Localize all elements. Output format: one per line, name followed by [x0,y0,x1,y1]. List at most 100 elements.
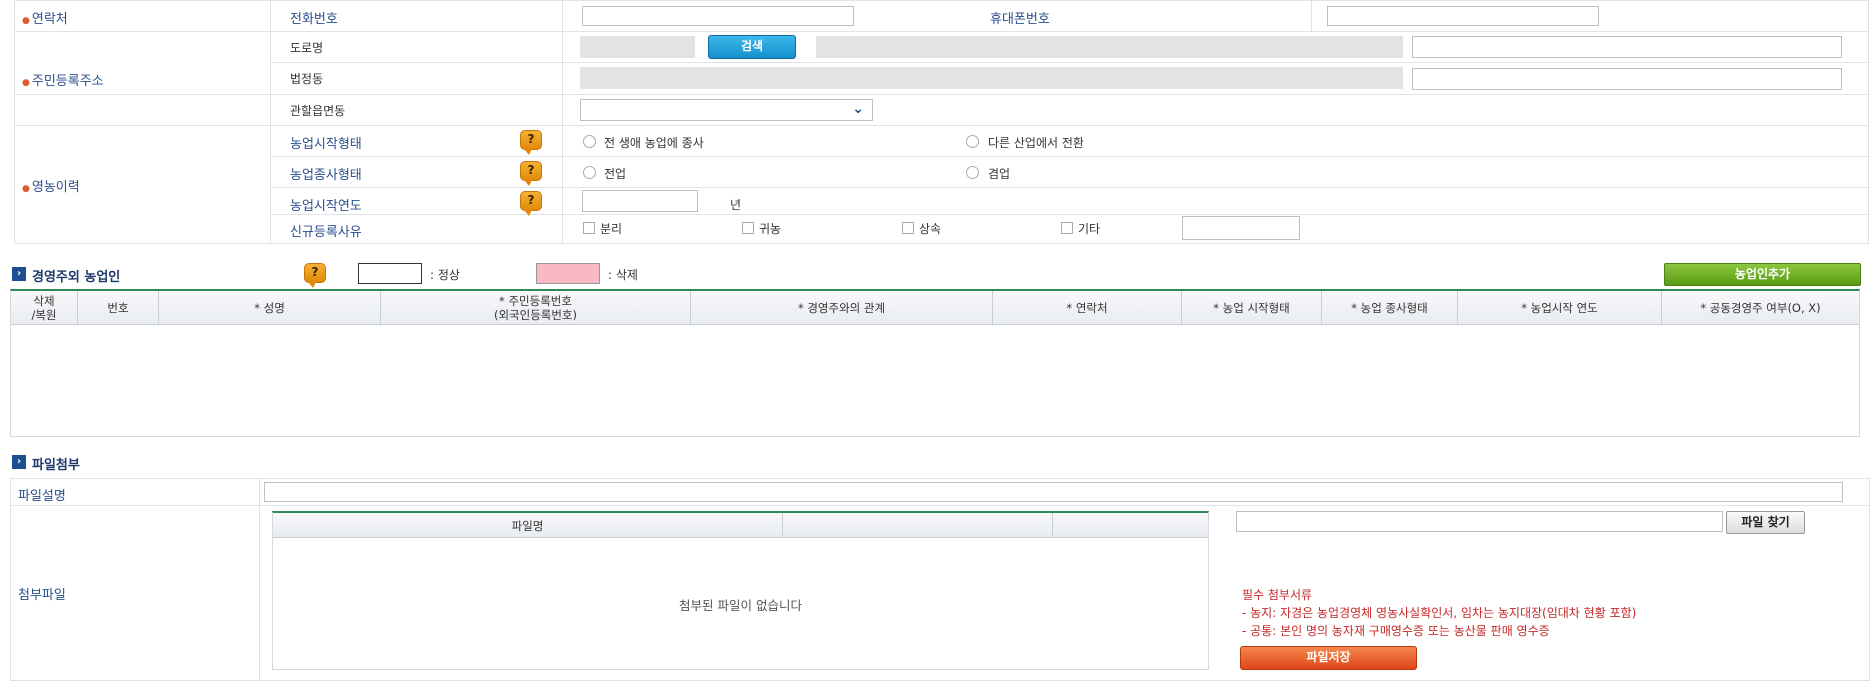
farmers-section-title: 경영주외 농업인 [32,270,121,285]
col-co-manager: * 공동경영주 여부(O, X) [1700,301,1821,315]
start-year-input[interactable] [582,190,698,212]
jurisdiction-label: 관할읍면동 [290,104,346,118]
col-start-type: * 농업 시작형태 [1182,291,1322,325]
road-address-field [816,36,1403,58]
row-border [270,62,1869,63]
find-file-button[interactable]: 파일 찾기 [1726,511,1805,534]
row-border [270,214,1869,215]
col-border [270,0,271,243]
add-farmer-button[interactable]: 농업인추가 [1664,263,1861,286]
new-reason-other-input[interactable] [1182,216,1300,240]
empty-files-message: 첨부된 파일이 없습니다 [679,598,802,613]
col-file-size [783,513,1053,538]
col-border [1868,0,1869,243]
legend-normal-swatch [358,263,422,284]
col-delete-restore: 삭제 /복원 [11,291,78,325]
section-arrow-icon: › [12,267,26,281]
farmers-table: 삭제 /복원 번호 * 성명 * 주민등록번호 (외국인등록번호) * 경영주와… [10,289,1860,437]
address-search-button[interactable]: 검색 [708,35,796,59]
address-label-text: 주민등록주소 [31,74,104,89]
row-border [10,478,1870,479]
col-border [1869,478,1870,681]
new-reason-option-inherit: 상속 [919,222,942,236]
engage-type-option-parttime: 겸업 [988,167,1011,181]
zipcode-field [580,36,695,58]
farming-history-label: ● 영농이력 [22,176,80,195]
col-border [10,478,11,681]
col-file-action [1053,513,1208,538]
start-type-option-lifelong: 전 생애 농업에 종사 [604,136,704,150]
col-border [1311,0,1312,31]
start-type-radio-lifelong[interactable] [583,135,596,148]
new-reason-option-separation: 분리 [600,222,623,236]
col-border [562,0,563,243]
legal-dong-detail-input[interactable] [1412,68,1842,90]
legend-normal-label: : 정상 [430,268,460,282]
row-border [14,243,1869,244]
jurisdiction-select[interactable]: ⌄ [580,99,873,121]
row-border [270,156,1869,157]
help-icon[interactable]: ? [520,161,542,186]
help-icon[interactable]: ? [520,191,542,216]
required-docs-line2: - 공통: 본인 명의 농자재 구매영수증 또는 농산물 판매 영수증 [1242,624,1550,638]
col-engage-type: * 농업 종사형태 [1322,291,1458,325]
new-reason-checkbox-other[interactable] [1061,222,1073,234]
file-desc-label: 파일설명 [18,489,66,504]
legal-dong-label: 법정동 [290,72,324,86]
col-border [259,478,260,681]
section-arrow-icon: › [12,455,26,469]
legend-deleted-label: : 삭제 [608,268,638,282]
mobile-input[interactable] [1327,6,1599,26]
help-icon[interactable]: ? [304,263,326,288]
road-address-detail-input[interactable] [1412,36,1842,58]
attached-files-header: 파일명 [273,513,1208,538]
attached-files-table: 파일명 첨부된 파일이 없습니다 [272,511,1209,670]
new-reason-checkbox-return[interactable] [742,222,754,234]
required-mark: ● [22,78,30,88]
col-file-name: 파일명 [273,513,783,538]
col-resident-number: * 주민등록번호 (외국인등록번호) [381,291,691,325]
engage-type-radio-parttime[interactable] [966,166,979,179]
row-border [14,31,1869,32]
new-reason-label: 신규등록사유 [290,225,362,240]
start-type-radio-converted[interactable] [966,135,979,148]
contact-label: ● 연락처 [22,8,68,27]
file-desc-input[interactable] [264,482,1843,502]
col-relationship: * 경영주와의 관계 [691,291,993,325]
attachment-section-title: 파일첨부 [32,458,80,473]
engage-type-option-fulltime: 전업 [604,167,627,181]
farmers-table-body [11,326,1859,436]
help-icon[interactable]: ? [520,130,542,155]
col-border [14,0,15,243]
required-mark: ● [22,16,30,26]
row-border [10,680,1870,681]
row-border [14,0,1869,1]
engage-type-label: 농업종사형태 [290,168,362,183]
new-reason-checkbox-separation[interactable] [583,222,595,234]
start-year-label: 농업시작연도 [290,199,362,214]
engage-type-radio-fulltime[interactable] [583,166,596,179]
file-path-input[interactable] [1236,511,1723,532]
save-file-button[interactable]: 파일저장 [1240,646,1417,670]
row-border [270,187,1869,188]
row-border [14,125,1869,126]
contact-label-text: 연락처 [31,12,68,27]
road-label: 도로명 [290,41,324,55]
col-contact: * 연락처 [993,291,1182,325]
farming-history-label-text: 영농이력 [31,180,80,195]
year-unit-label: 년 [730,198,742,212]
chevron-down-icon: ⌄ [852,101,864,117]
required-docs-line1: - 농지: 자경은 농업경영체 영농사실확인서, 임차는 농지대장(임대차 현황… [1242,606,1637,620]
new-reason-option-other: 기타 [1078,222,1101,236]
col-start-year: * 농업시작 연도 [1458,291,1662,325]
new-reason-option-return: 귀농 [759,222,782,236]
mobile-label: 휴대폰번호 [990,12,1050,27]
phone-input[interactable] [582,6,854,26]
farmers-table-header: 삭제 /복원 번호 * 성명 * 주민등록번호 (외국인등록번호) * 경영주와… [11,291,1859,325]
col-number: 번호 [78,291,159,325]
phone-label: 전화번호 [290,12,338,27]
start-type-label: 농업시작형태 [290,137,362,152]
row-border [14,94,1869,95]
required-mark: ● [22,184,30,194]
new-reason-checkbox-inherit[interactable] [902,222,914,234]
